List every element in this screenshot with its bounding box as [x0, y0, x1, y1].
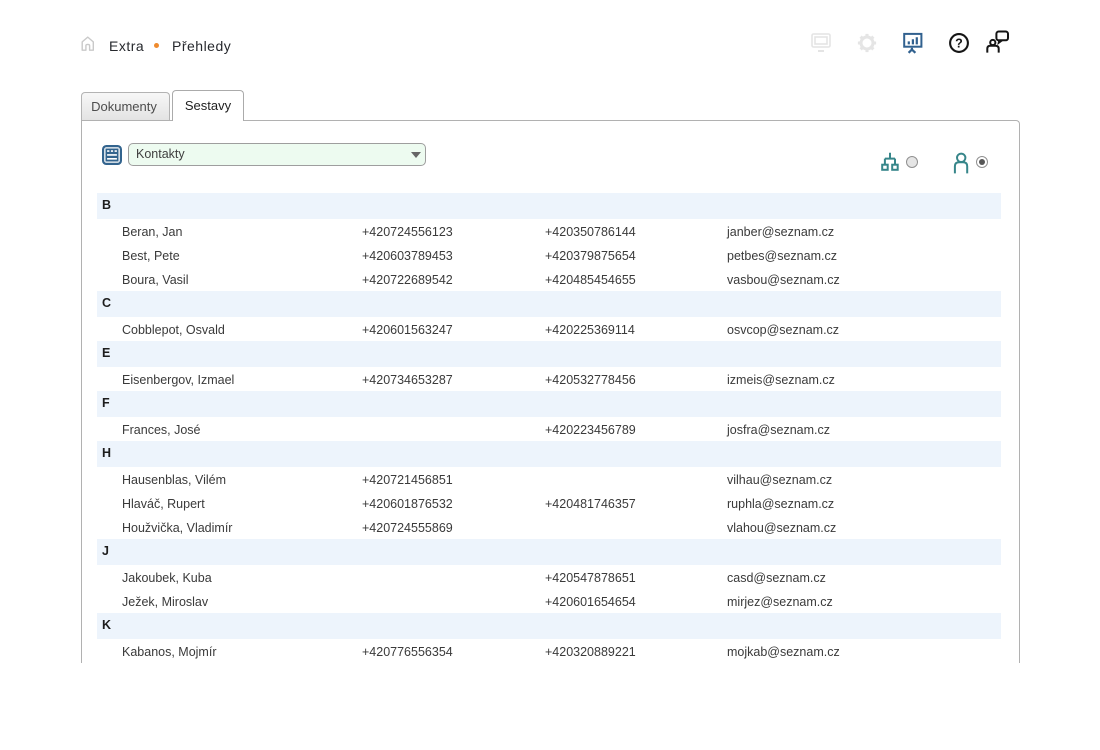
svg-text:?: ? — [955, 37, 963, 51]
